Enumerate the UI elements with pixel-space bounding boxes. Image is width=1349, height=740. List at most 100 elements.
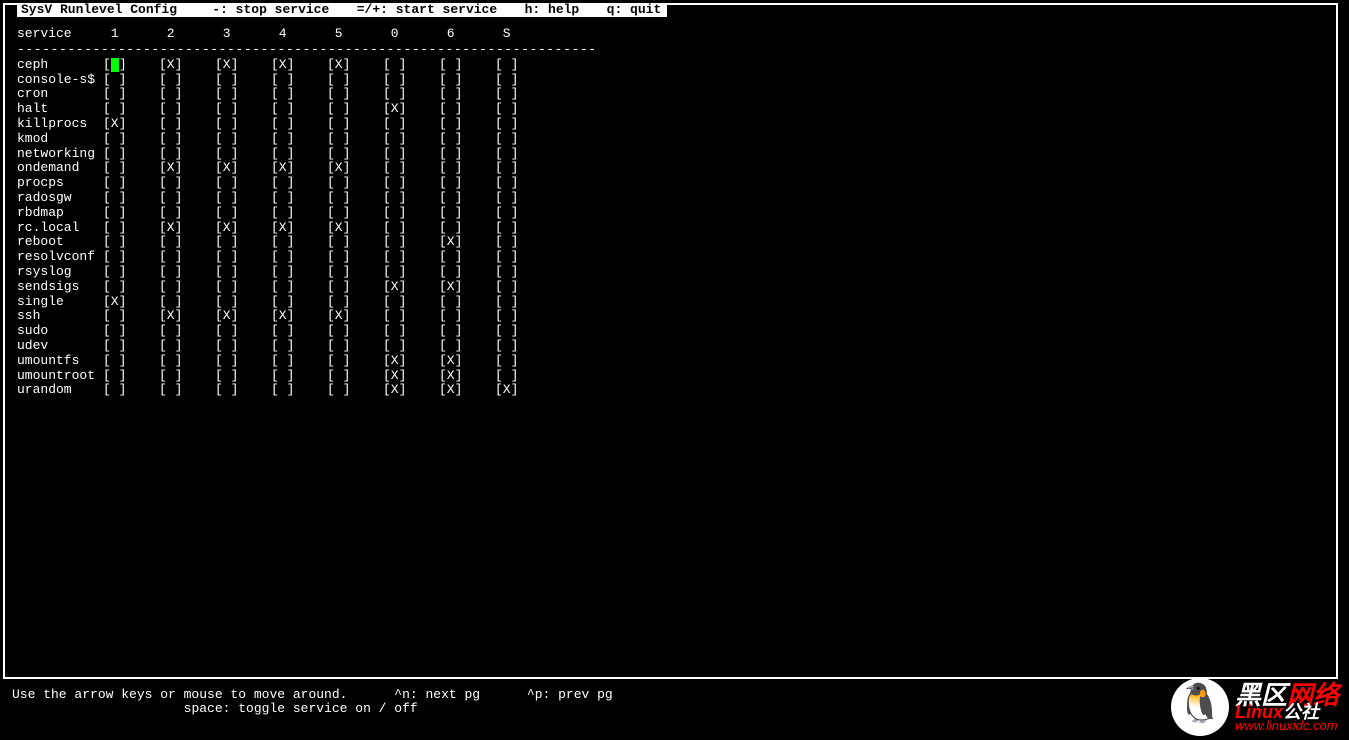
service-row[interactable]: cron[ ][ ][ ][ ][ ][ ][ ][ ] [17,87,1324,102]
runlevel-cell[interactable]: [ ] [495,354,551,368]
runlevel-cell[interactable]: [X] [159,309,215,323]
service-row[interactable]: kmod[ ][ ][ ][ ][ ][ ][ ][ ] [17,132,1324,147]
runlevel-cell[interactable]: [ ] [271,132,327,146]
runlevel-cell[interactable]: [ ] [103,73,159,87]
runlevel-cell[interactable]: [ ] [383,87,439,101]
runlevel-cell[interactable]: [ ] [327,73,383,87]
runlevel-cell[interactable]: [ ] [215,73,271,87]
runlevel-cell[interactable]: [ ] [495,339,551,353]
runlevel-cell[interactable]: [X] [215,161,271,175]
runlevel-cell[interactable]: [ ] [215,369,271,383]
service-row[interactable]: sendsigs[ ][ ][ ][ ][ ][X][X][ ] [17,280,1324,295]
runlevel-cell[interactable]: [ ] [327,324,383,338]
service-row[interactable]: halt[ ][ ][ ][ ][ ][X][ ][ ] [17,102,1324,117]
service-row[interactable]: ssh[ ][X][X][X][X][ ][ ][ ] [17,309,1324,324]
runlevel-cell[interactable]: [ ] [215,87,271,101]
runlevel-cell[interactable]: [ ] [495,191,551,205]
runlevel-cell[interactable]: [ ] [439,339,495,353]
runlevel-cell[interactable]: [ ] [383,73,439,87]
runlevel-cell[interactable]: [ ] [327,102,383,116]
service-list[interactable]: ceph[ ][X][X][X][X][ ][ ][ ]console-s$[ … [17,58,1324,398]
service-row[interactable]: procps[ ][ ][ ][ ][ ][ ][ ][ ] [17,176,1324,191]
runlevel-cell[interactable]: [ ] [159,339,215,353]
runlevel-cell[interactable]: [ ] [439,250,495,264]
runlevel-cell[interactable]: [ ] [383,221,439,235]
runlevel-cell[interactable]: [ ] [439,132,495,146]
runlevel-cell[interactable]: [ ] [215,176,271,190]
runlevel-cell[interactable]: [X] [439,235,495,249]
runlevel-cell[interactable]: [ ] [327,354,383,368]
runlevel-cell[interactable]: [ ] [495,250,551,264]
runlevel-cell[interactable]: [ ] [103,221,159,235]
runlevel-cell[interactable]: [ ] [215,102,271,116]
runlevel-cell[interactable]: [ ] [215,206,271,220]
runlevel-cell[interactable]: [ ] [159,235,215,249]
runlevel-cell[interactable]: [ ] [439,221,495,235]
service-row[interactable]: udev[ ][ ][ ][ ][ ][ ][ ][ ] [17,339,1324,354]
runlevel-cell[interactable]: [ ] [271,102,327,116]
runlevel-cell[interactable]: [ ] [327,339,383,353]
runlevel-cell[interactable]: [ ] [439,206,495,220]
runlevel-cell[interactable]: [ ] [159,87,215,101]
runlevel-cell[interactable]: [ ] [103,235,159,249]
runlevel-cell[interactable]: [ ] [103,309,159,323]
runlevel-cell[interactable]: [ ] [159,191,215,205]
runlevel-cell[interactable]: [X] [271,221,327,235]
runlevel-cell[interactable]: [ ] [495,206,551,220]
runlevel-cell[interactable]: [ ] [327,117,383,131]
runlevel-cell[interactable]: [ ] [439,309,495,323]
runlevel-cell[interactable]: [ ] [439,73,495,87]
runlevel-cell[interactable]: [ ] [327,87,383,101]
runlevel-cell[interactable]: [ ] [271,383,327,397]
runlevel-cell[interactable]: [ ] [495,295,551,309]
runlevel-cell[interactable]: [ ] [495,309,551,323]
runlevel-cell[interactable]: [ ] [103,265,159,279]
runlevel-cell[interactable]: [ ] [495,58,551,72]
runlevel-cell[interactable]: [ ] [215,132,271,146]
runlevel-cell[interactable]: [ ] [383,117,439,131]
runlevel-cell[interactable]: [X] [439,354,495,368]
runlevel-cell[interactable]: [ ] [271,354,327,368]
runlevel-cell[interactable]: [ ] [495,102,551,116]
runlevel-cell[interactable]: [X] [383,280,439,294]
runlevel-cell[interactable]: [ ] [327,132,383,146]
runlevel-cell[interactable]: [ ] [215,354,271,368]
runlevel-cell[interactable]: [ ] [215,295,271,309]
runlevel-cell[interactable]: [ ] [327,295,383,309]
runlevel-cell[interactable]: [ ] [271,147,327,161]
runlevel-cell[interactable]: [X] [327,309,383,323]
runlevel-cell[interactable]: [ ] [215,339,271,353]
service-row[interactable]: urandom[ ][ ][ ][ ][ ][X][X][X] [17,383,1324,398]
runlevel-cell[interactable]: [ ] [103,369,159,383]
runlevel-cell[interactable]: [ ] [383,147,439,161]
runlevel-cell[interactable]: [ ] [103,324,159,338]
service-row[interactable]: umountfs[ ][ ][ ][ ][ ][X][X][ ] [17,354,1324,369]
service-row[interactable]: console-s$[ ][ ][ ][ ][ ][ ][ ][ ] [17,72,1324,87]
runlevel-cell[interactable]: [ ] [383,324,439,338]
runlevel-cell[interactable]: [ ] [159,147,215,161]
runlevel-cell[interactable]: [X] [383,102,439,116]
runlevel-cell[interactable]: [ ] [439,117,495,131]
runlevel-cell[interactable]: [ ] [495,280,551,294]
runlevel-cell[interactable]: [ ] [103,147,159,161]
runlevel-cell[interactable]: [ ] [439,295,495,309]
runlevel-cell[interactable]: [ ] [103,176,159,190]
runlevel-cell[interactable]: [X] [215,309,271,323]
runlevel-cell[interactable]: [X] [439,383,495,397]
runlevel-cell[interactable]: [ ] [103,191,159,205]
runlevel-cell[interactable]: [ ] [327,383,383,397]
runlevel-cell[interactable]: [ ] [271,176,327,190]
runlevel-cell[interactable]: [X] [327,58,383,72]
runlevel-cell[interactable]: [ ] [439,87,495,101]
runlevel-cell[interactable]: [X] [271,161,327,175]
runlevel-cell[interactable]: [ ] [271,265,327,279]
runlevel-cell[interactable]: [ ] [439,102,495,116]
runlevel-cell[interactable]: [ ] [215,324,271,338]
runlevel-cell[interactable]: [ ] [495,132,551,146]
service-row[interactable]: killprocs[X][ ][ ][ ][ ][ ][ ][ ] [17,117,1324,132]
runlevel-cell[interactable]: [ ] [271,339,327,353]
runlevel-cell[interactable]: [ ] [159,117,215,131]
service-row[interactable]: ceph[ ][X][X][X][X][ ][ ][ ] [17,58,1324,73]
runlevel-cell[interactable]: [ ] [495,265,551,279]
runlevel-cell[interactable]: [ ] [383,206,439,220]
